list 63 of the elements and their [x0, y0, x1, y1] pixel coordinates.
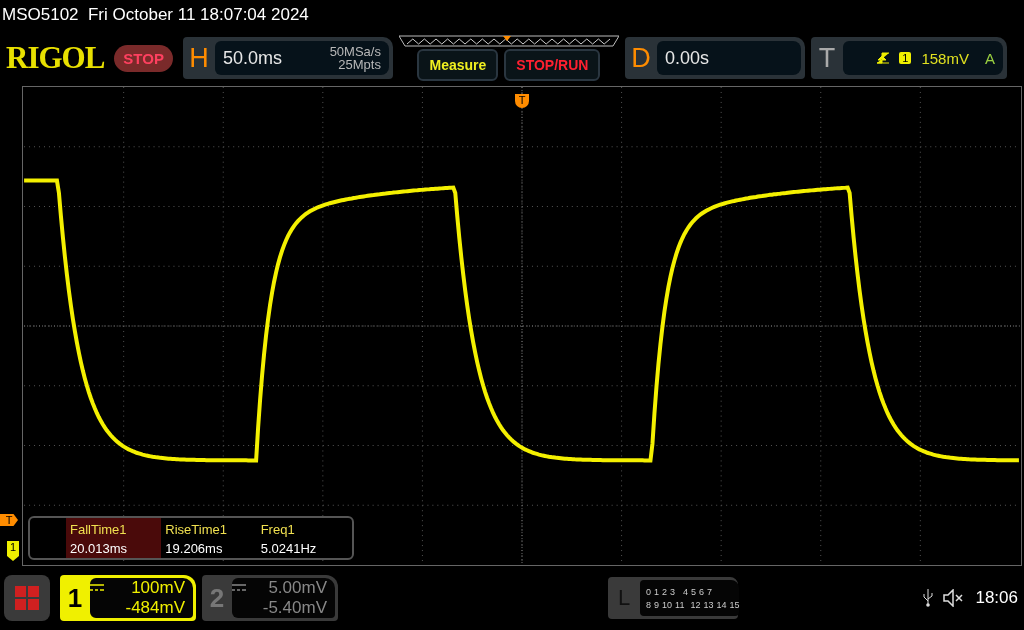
- trigger-panel[interactable]: T 1 158mV A: [810, 37, 1007, 79]
- logic-channel-label: 3: [670, 586, 676, 597]
- delay-letter: D: [630, 42, 652, 74]
- horizontal-letter: H: [188, 42, 210, 74]
- memory-wave-icon: [398, 35, 619, 47]
- logic-channel-label: 4: [683, 586, 689, 597]
- measurement-value: 19.206ms: [165, 541, 224, 556]
- memory-depth: 25Mpts: [337, 58, 381, 71]
- speaker-muted-icon: [943, 589, 966, 607]
- logic-channel-label: 13: [703, 599, 714, 610]
- delay-panel[interactable]: D 0.00s: [624, 37, 805, 79]
- menu-button[interactable]: [4, 575, 50, 621]
- trigger-position-marker[interactable]: T: [515, 94, 529, 108]
- timebase-value: 50.0ms: [222, 47, 282, 69]
- logic-channel-label: 10: [662, 599, 673, 610]
- logic-channel-label: 12: [690, 599, 701, 610]
- stop-run-button[interactable]: STOP/RUN: [504, 49, 601, 81]
- measurement-item[interactable]: FallTime1 20.013ms: [66, 518, 162, 558]
- dc-coupling-icon: [90, 584, 104, 592]
- logic-channel-label: 5: [691, 586, 697, 597]
- logic-channel-label: 11: [675, 599, 685, 610]
- logic-channel-label: 6: [699, 586, 705, 597]
- logic-channel-label: 7: [707, 586, 713, 597]
- measurement-name: Freq1: [260, 522, 296, 537]
- measure-button[interactable]: Measure: [417, 49, 499, 81]
- channel-offset: -5.40mV: [262, 598, 327, 618]
- channel-number: 1: [66, 582, 84, 614]
- rising-edge-icon: [877, 51, 890, 65]
- channel-offset-marker[interactable]: 1: [7, 541, 19, 561]
- measurement-name: FallTime1: [70, 522, 128, 537]
- trigger-channel-badge: 1: [899, 52, 912, 64]
- dc-coupling-icon: [232, 584, 246, 592]
- trigger-level: 158mV: [921, 49, 969, 67]
- channel-offset: -484mV: [125, 598, 185, 618]
- grid-menu-icon: [14, 585, 40, 611]
- logic-channel-label: 8: [646, 599, 651, 610]
- channel-card[interactable]: 2 5.00mV -5.40mV: [202, 575, 338, 621]
- trigger-letter: T: [817, 42, 837, 74]
- channel-card[interactable]: 1 100mV -484mV: [60, 575, 196, 621]
- channel-scale: 100mV: [131, 578, 185, 598]
- measurement-item[interactable]: Freq1 5.0241Hz: [256, 518, 352, 558]
- logic-channel-label: 2: [662, 586, 668, 597]
- measurement-name: RiseTime1: [165, 522, 228, 537]
- measurement-item[interactable]: RiseTime1 19.206ms: [161, 518, 257, 558]
- trigger-mode: A: [984, 49, 995, 67]
- logic-channel-label: 14: [716, 599, 727, 610]
- status-line: MSO5102 Fri October 11 18:07:04 2024: [1, 4, 310, 26]
- logic-channel-label: 1: [654, 586, 660, 597]
- trigger-level-marker[interactable]: T: [0, 514, 18, 526]
- logic-channel-label: 15: [729, 599, 740, 610]
- measurement-value: 5.0241Hz: [260, 541, 318, 556]
- run-state-indicator: STOP: [114, 44, 173, 72]
- channel-number: 2: [208, 582, 226, 614]
- clock-time: 18:06: [975, 588, 1018, 608]
- logic-channel-label: 9: [654, 599, 660, 610]
- horizontal-panel[interactable]: H 50.0ms 50MSa/s 25Mpts: [182, 37, 393, 79]
- logic-channel-label: 0: [646, 586, 651, 597]
- sample-rate: 50MSa/s: [329, 45, 381, 58]
- brand-logo: RIGOL: [6, 40, 105, 76]
- delay-value: 0.00s: [664, 47, 709, 69]
- measurement-value: 20.013ms: [70, 541, 129, 556]
- channel-scale: 5.00mV: [268, 578, 327, 598]
- usb-icon: [923, 589, 934, 607]
